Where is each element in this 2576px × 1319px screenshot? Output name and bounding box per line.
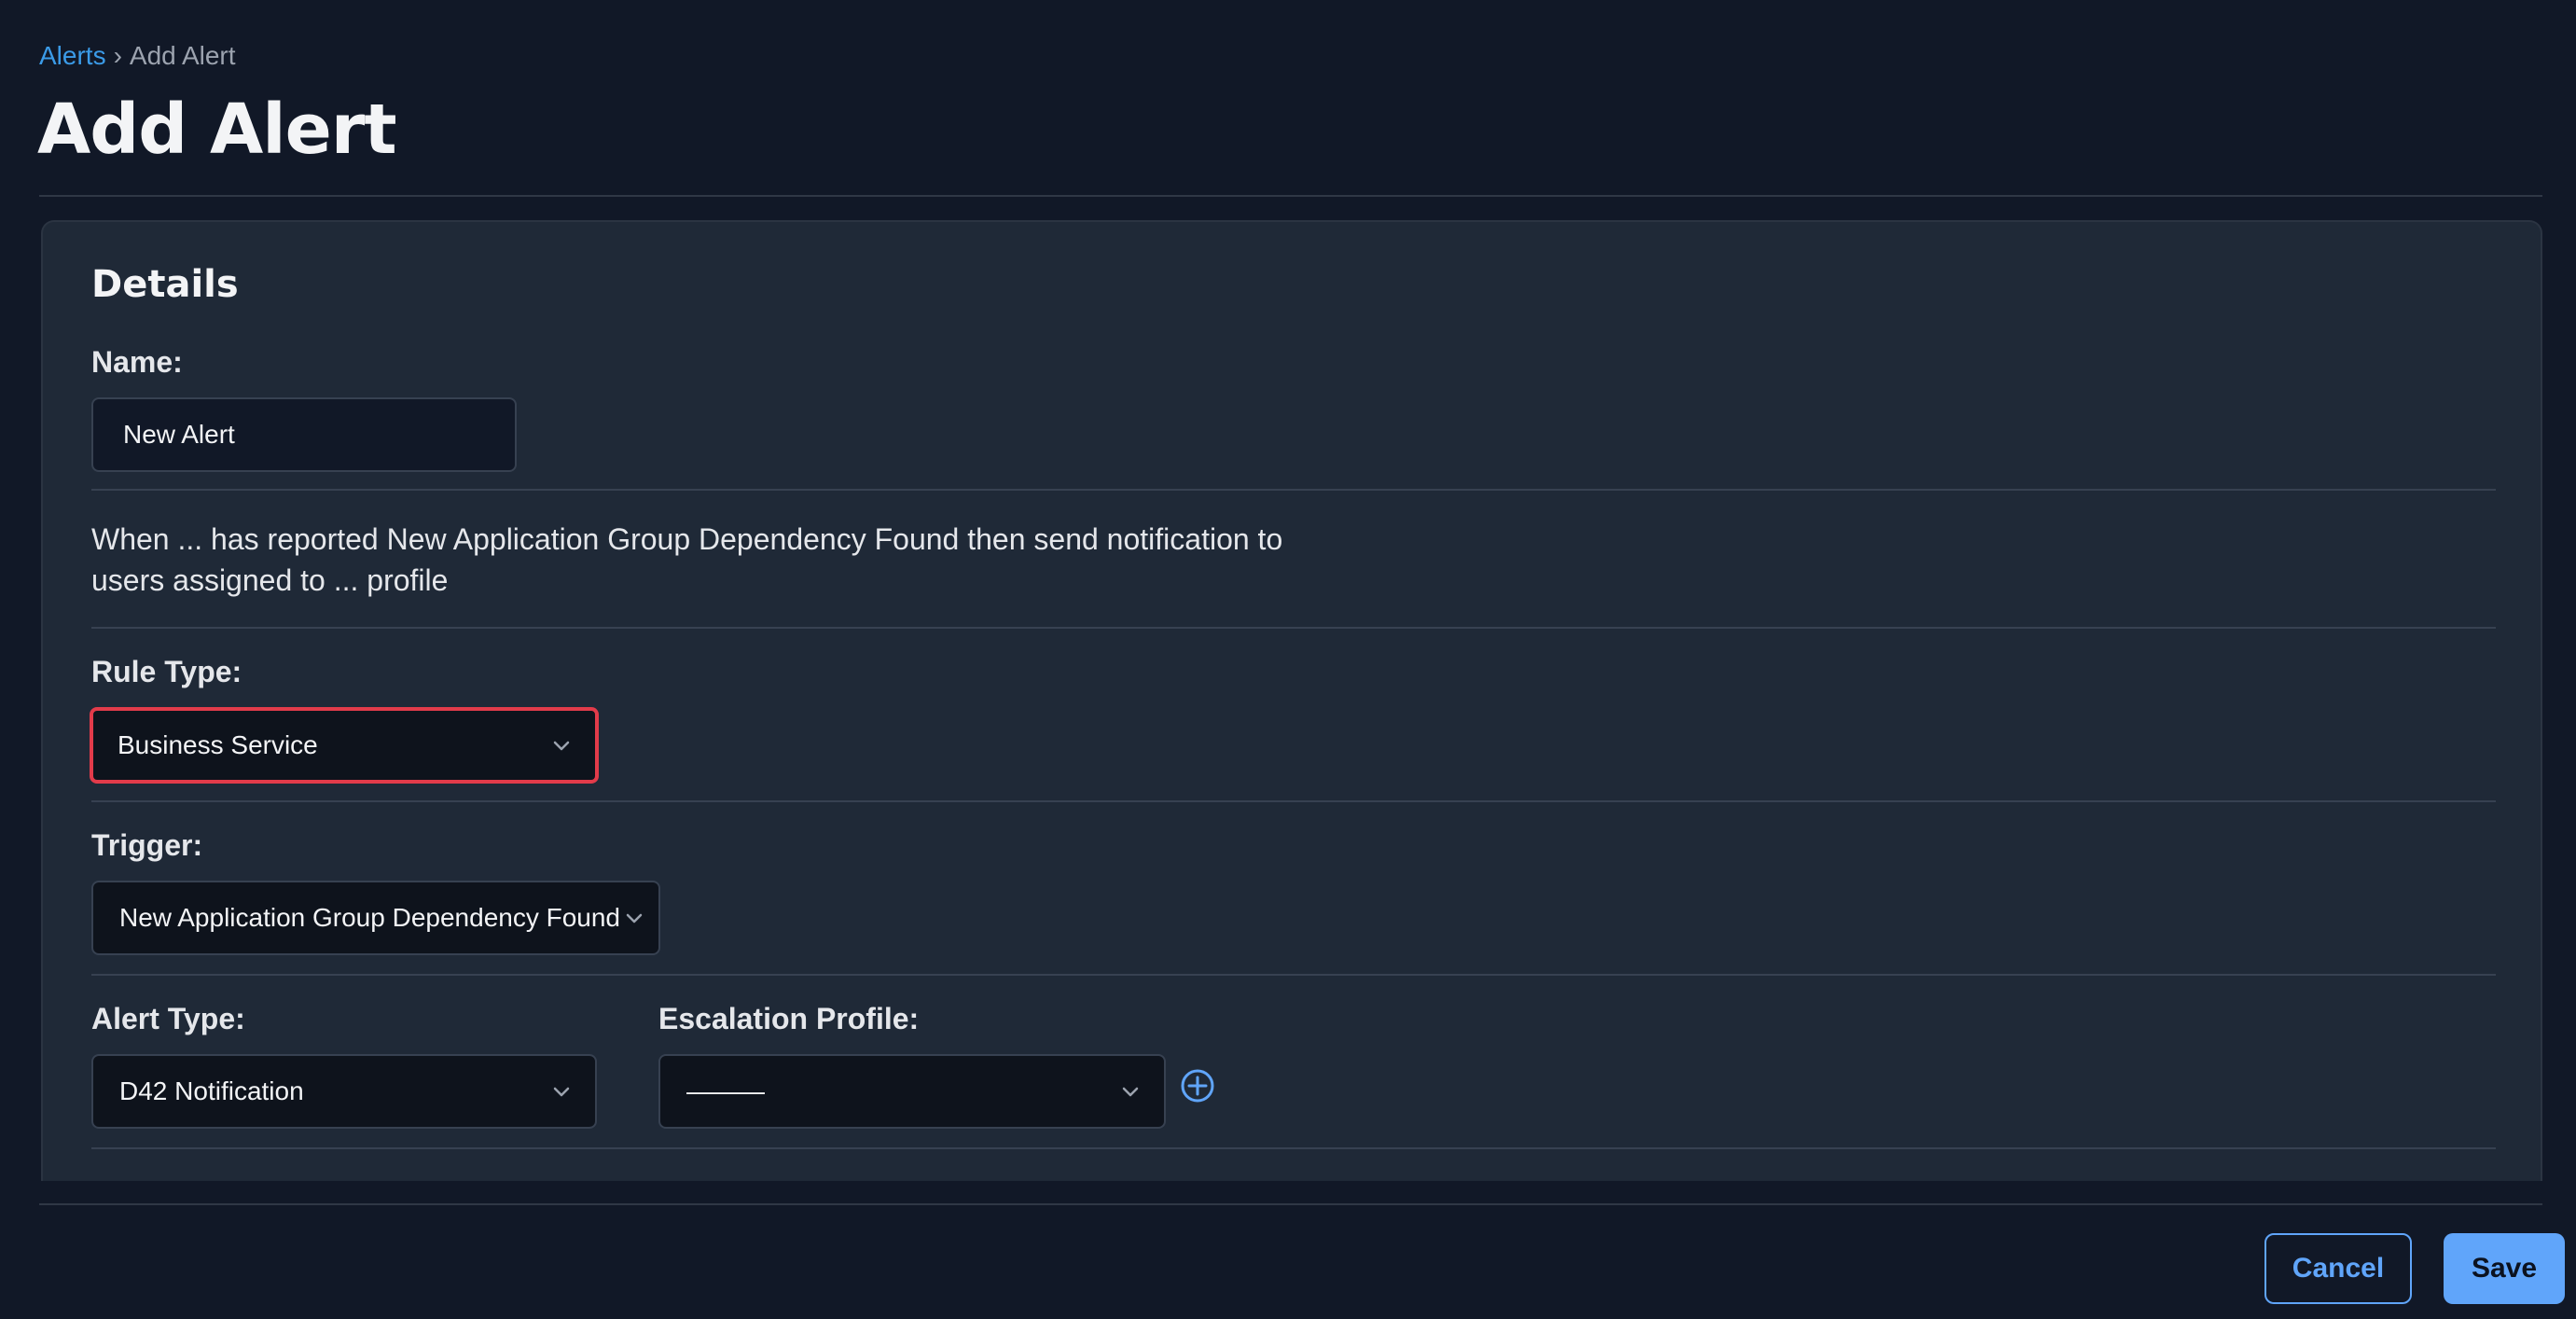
plus-circle-icon[interactable] — [1179, 1067, 1216, 1104]
breadcrumb-link-alerts[interactable]: Alerts — [39, 41, 106, 70]
name-label: Name: — [91, 345, 183, 379]
trigger-select[interactable]: New Application Group Dependency Found — [91, 881, 660, 955]
alert-type-value: D42 Notification — [119, 1076, 304, 1105]
divider — [91, 627, 2496, 629]
escalation-profile-select[interactable]: ——— — [658, 1054, 1166, 1129]
chevron-down-icon — [553, 1087, 570, 1097]
chevron-down-icon — [553, 741, 570, 751]
trigger-label: Trigger: — [91, 828, 203, 862]
rule-type-label: Rule Type: — [91, 655, 242, 688]
header-divider — [39, 195, 2542, 197]
alert-type-select[interactable]: D42 Notification — [91, 1054, 597, 1129]
rule-type-select[interactable]: Business Service — [90, 707, 599, 784]
escalation-profile-value: ——— — [686, 1076, 765, 1105]
section-title-details: Details — [91, 263, 239, 306]
cancel-button[interactable]: Cancel — [2264, 1233, 2412, 1304]
chevron-down-icon — [1122, 1087, 1139, 1097]
divider — [91, 1147, 2496, 1149]
divider — [91, 489, 2496, 491]
name-input[interactable] — [91, 397, 517, 472]
alert-description: When ... has reported New Application Gr… — [91, 522, 1283, 597]
details-panel: Details Name: When ... has reported New … — [41, 220, 2542, 1181]
chevron-down-icon — [626, 913, 643, 923]
trigger-value: New Application Group Dependency Found — [119, 903, 621, 932]
alert-type-label: Alert Type: — [91, 1002, 245, 1035]
escalation-profile-label: Escalation Profile: — [658, 1002, 920, 1035]
footer-divider — [39, 1203, 2542, 1205]
rule-type-value: Business Service — [118, 730, 318, 759]
breadcrumb: Alerts › Add Alert — [39, 41, 236, 71]
breadcrumb-current: Add Alert — [129, 41, 236, 70]
page-title: Add Alert — [37, 90, 397, 170]
save-button[interactable]: Save — [2444, 1233, 2565, 1304]
divider — [91, 974, 2496, 976]
divider — [91, 800, 2496, 802]
breadcrumb-separator: › — [113, 41, 122, 70]
